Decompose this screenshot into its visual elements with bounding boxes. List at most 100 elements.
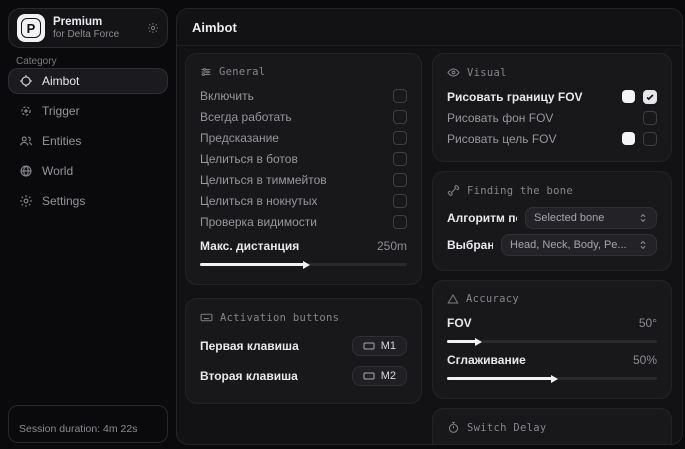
smoothing-value: 50% xyxy=(633,353,657,367)
sidebar-item-entities[interactable]: Entities xyxy=(8,128,168,154)
section-title: Accuracy xyxy=(466,293,519,305)
checkbox[interactable] xyxy=(643,90,657,104)
main-panel: Aimbot General Включить Всегда работать xyxy=(176,8,683,445)
crosshair-icon xyxy=(19,74,33,88)
brand-title: Premium xyxy=(53,16,139,29)
sidebar-nav: Aimbot Trigger Entities World Settings xyxy=(8,68,168,214)
checkbox[interactable] xyxy=(393,89,407,103)
page-title: Aimbot xyxy=(177,9,682,46)
activation-card: Activation buttons Первая клавиша M1 Вто… xyxy=(185,298,422,404)
keybind-button-m1[interactable]: M1 xyxy=(352,336,407,356)
category-label: Category xyxy=(16,56,57,67)
sidebar-item-aimbot[interactable]: Aimbot xyxy=(8,68,168,94)
visual-row-fov-target: Рисовать цель FOV xyxy=(447,128,657,149)
setting-label: Целиться в ботов xyxy=(200,152,298,166)
switch-delay-toggle-row: Задержка переключения xyxy=(447,441,657,445)
activation-card-title: Activation buttons xyxy=(200,311,407,324)
content: General Включить Всегда работать Предска… xyxy=(177,46,682,445)
fov-value: 50° xyxy=(639,316,657,330)
session-duration-card: Session duration: 4m 22s xyxy=(8,405,168,443)
brand-card: P Premium for Delta Force xyxy=(8,8,168,48)
max-distance-slider[interactable] xyxy=(200,263,407,266)
visual-card: Visual Рисовать границу FOV Рисовать фон… xyxy=(432,53,672,162)
section-title: Finding the bone xyxy=(467,185,573,197)
slider-fill[interactable] xyxy=(200,263,304,266)
checkbox[interactable] xyxy=(393,110,407,124)
setting-row-always-work: Всегда работать xyxy=(200,106,407,127)
sidebar-item-label: World xyxy=(42,164,73,178)
unfold-icon xyxy=(638,240,648,250)
bone-selected-row: Выбранные кос Head, Neck, Body, Pe... xyxy=(447,231,657,258)
keybind-value: M1 xyxy=(381,340,396,352)
max-distance-row: Макс. дистанция 250m xyxy=(200,235,407,256)
smoothing-slider[interactable] xyxy=(447,377,657,380)
setting-label: Вторая клавиша xyxy=(200,369,298,383)
setting-label: Целиться в тиммейтов xyxy=(200,173,327,187)
setting-label: Рисовать цель FOV xyxy=(447,132,557,146)
checkbox[interactable] xyxy=(393,194,407,208)
brand-gear-icon[interactable] xyxy=(147,22,159,34)
switch-delay-card-title: Switch Delay xyxy=(447,421,657,434)
setting-row-target-teammates: Целиться в тиммейтов xyxy=(200,169,407,190)
checkbox[interactable] xyxy=(393,173,407,187)
keyboard-icon xyxy=(363,340,375,352)
keyboard-icon xyxy=(363,370,375,382)
general-card: General Включить Всегда работать Предска… xyxy=(185,53,422,285)
sidebar-item-trigger[interactable]: Trigger xyxy=(8,98,168,124)
visual-card-title: Visual xyxy=(447,66,657,79)
setting-row-target-bots: Целиться в ботов xyxy=(200,148,407,169)
general-card-title: General xyxy=(200,66,407,78)
color-swatch[interactable] xyxy=(622,90,635,103)
dropdown-value: Selected bone xyxy=(534,212,604,224)
slider-fill[interactable] xyxy=(447,340,476,343)
bone-card: Finding the bone Алгоритм поиска кост Se… xyxy=(432,171,672,271)
session-duration-text: Session duration: 4m 22s xyxy=(19,423,137,435)
sidebar-item-settings[interactable]: Settings xyxy=(8,188,168,214)
checkbox[interactable] xyxy=(393,131,407,145)
setting-label: FOV xyxy=(447,316,472,330)
scope-plus-icon xyxy=(19,104,33,118)
setting-label: Рисовать фон FOV xyxy=(447,111,553,125)
sidebar: P Premium for Delta Force Category Aimbo… xyxy=(0,0,176,449)
checkbox[interactable] xyxy=(643,132,657,146)
users-icon xyxy=(19,134,33,148)
fov-slider[interactable] xyxy=(447,340,657,343)
unfold-icon xyxy=(638,213,648,223)
checkbox[interactable] xyxy=(643,111,657,125)
keybind-value: M2 xyxy=(381,370,396,382)
checkbox[interactable] xyxy=(393,215,407,229)
brand-text: Premium for Delta Force xyxy=(53,16,139,41)
app-logo: P xyxy=(17,14,45,42)
tune-sliders-icon xyxy=(200,66,212,78)
sidebar-item-label: Aimbot xyxy=(42,74,79,88)
setting-label: Включить xyxy=(200,89,254,103)
key-row-primary: Первая клавиша M1 xyxy=(200,331,407,361)
dropdown-value: Head, Neck, Body, Pe... xyxy=(510,239,627,251)
accuracy-card: Accuracy FOV 50° Сглаживание 50% xyxy=(432,280,672,399)
gear-icon xyxy=(19,194,33,208)
checkbox[interactable] xyxy=(643,445,657,446)
sidebar-item-world[interactable]: World xyxy=(8,158,168,184)
switch-delay-card: Switch Delay Задержка переключения Задер… xyxy=(432,408,672,445)
eye-icon xyxy=(447,66,460,79)
bone-algorithm-dropdown[interactable]: Selected bone xyxy=(525,207,657,229)
triangle-icon xyxy=(447,293,459,305)
selected-bones-dropdown[interactable]: Head, Neck, Body, Pe... xyxy=(501,234,657,256)
sidebar-item-label: Entities xyxy=(42,134,81,148)
fov-row: FOV 50° xyxy=(447,312,657,333)
setting-label: Рисовать границу FOV xyxy=(447,90,583,104)
color-swatch[interactable] xyxy=(622,132,635,145)
section-title: General xyxy=(219,66,265,78)
max-distance-value: 250m xyxy=(377,239,407,253)
slider-fill[interactable] xyxy=(447,377,552,380)
setting-label: Сглаживание xyxy=(447,353,526,367)
setting-label: Первая клавиша xyxy=(200,339,299,353)
checkbox[interactable] xyxy=(393,152,407,166)
keybind-button-m2[interactable]: M2 xyxy=(352,366,407,386)
setting-row-enable: Включить xyxy=(200,85,407,106)
setting-label: Предсказание xyxy=(200,131,279,145)
visual-row-fov-border: Рисовать границу FOV xyxy=(447,86,657,107)
globe-icon xyxy=(19,164,33,178)
setting-label: Выбранные кос xyxy=(447,238,493,252)
section-title: Activation buttons xyxy=(220,312,339,324)
